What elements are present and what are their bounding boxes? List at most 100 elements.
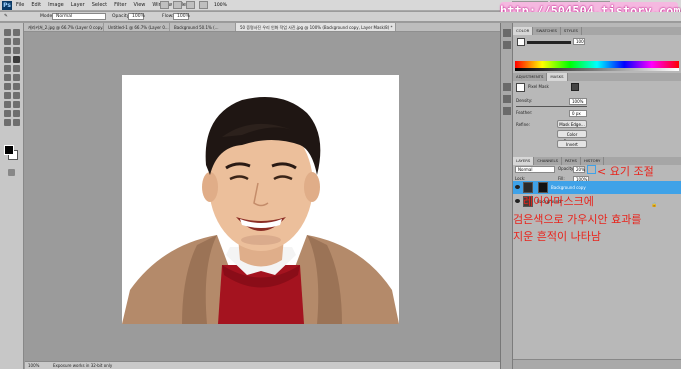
app-bar-icons bbox=[160, 1, 208, 9]
tab-document-1[interactable]: 캐리커쳐_2.jpg @ 66.7% (Layer 0 copy... bbox=[24, 23, 104, 31]
hand-tool-icon[interactable] bbox=[186, 1, 195, 9]
annotation-mask-note: 레이어마스크에 bbox=[523, 195, 594, 208]
tab-document-3[interactable]: Background 50.1% (... bbox=[170, 23, 236, 31]
color-foreground-swatch[interactable] bbox=[517, 38, 525, 46]
layers-footer-bar bbox=[513, 359, 681, 369]
menu-select[interactable]: Select bbox=[92, 1, 107, 10]
status-info: Exposure works in 32-bit only bbox=[53, 363, 113, 368]
tab-styles[interactable]: STYLES bbox=[561, 27, 582, 35]
mask-title: Pixel Mask bbox=[528, 84, 549, 89]
density-field[interactable]: 100% bbox=[569, 98, 587, 105]
menu-bar: Ps File Edit Image Layer Select Filter V… bbox=[0, 0, 681, 20]
eraser-tool-icon[interactable] bbox=[4, 74, 11, 81]
vector-mask-icon[interactable] bbox=[571, 83, 579, 91]
brush-tool-icon[interactable]: ✎ bbox=[4, 12, 8, 21]
menu-view[interactable]: View bbox=[134, 1, 146, 10]
clone-stamp-icon[interactable] bbox=[4, 65, 11, 72]
portrait-image bbox=[122, 75, 399, 324]
eyedropper-tool-icon[interactable] bbox=[13, 47, 20, 54]
history-panel-icon[interactable] bbox=[503, 29, 511, 37]
history-brush-icon[interactable] bbox=[13, 65, 20, 72]
menu-file[interactable]: File bbox=[16, 1, 24, 10]
marquee-tool-icon[interactable] bbox=[13, 29, 20, 36]
tab-channels[interactable]: CHANNELS bbox=[534, 157, 562, 165]
annotation-opacity-note: < 요기 조절 bbox=[597, 165, 654, 178]
color-range-button[interactable]: Color Range... bbox=[557, 130, 587, 144]
density-slider[interactable] bbox=[516, 106, 587, 107]
visibility-eye-icon[interactable] bbox=[515, 185, 520, 189]
menu-edit[interactable]: Edit bbox=[31, 1, 41, 10]
pen-tool-icon[interactable] bbox=[4, 92, 11, 99]
layer-row-background-copy[interactable]: Background copy bbox=[513, 181, 681, 194]
tab-history[interactable]: HISTORY bbox=[581, 157, 605, 165]
quick-select-tool-icon[interactable] bbox=[13, 38, 20, 45]
character-panel-icon[interactable] bbox=[503, 107, 511, 115]
quick-mask-icon[interactable] bbox=[8, 169, 15, 176]
zoom-level[interactable]: 100% bbox=[214, 1, 227, 10]
tab-swatches[interactable]: SWATCHES bbox=[533, 27, 561, 35]
color-slider-track[interactable] bbox=[527, 41, 571, 44]
tab-masks[interactable]: MASKS bbox=[547, 73, 568, 81]
tab-adjustments[interactable]: ADJUSTMENTS bbox=[513, 73, 548, 81]
menu-filter[interactable]: Filter bbox=[114, 1, 126, 10]
healing-brush-icon[interactable] bbox=[4, 56, 11, 63]
flow-label: Flow: bbox=[162, 14, 174, 19]
brush-panel-icon[interactable] bbox=[503, 83, 511, 91]
masks-panel-tabs: ADJUSTMENTS MASKS bbox=[513, 73, 681, 81]
tab-document-2[interactable]: Untitled-1 @ 66.7% (Layer 0... bbox=[104, 23, 170, 31]
lasso-tool-icon[interactable] bbox=[4, 38, 11, 45]
layer-opacity-label: Opacity: bbox=[558, 166, 575, 171]
feather-field[interactable]: 0 px bbox=[569, 110, 587, 117]
portrait-photo bbox=[122, 75, 399, 324]
zoom-tool-icon[interactable] bbox=[199, 1, 208, 9]
lock-icon: 🔒 bbox=[651, 202, 658, 208]
document-tabs: 캐리커쳐_2.jpg @ 66.7% (Layer 0 copy... Unti… bbox=[24, 23, 500, 32]
type-tool-icon[interactable] bbox=[13, 92, 20, 99]
crop-tool-icon[interactable] bbox=[4, 47, 11, 54]
mini-bridge-icon[interactable] bbox=[173, 1, 182, 9]
flow-field[interactable]: 100% bbox=[173, 13, 190, 20]
path-select-icon[interactable] bbox=[4, 101, 11, 108]
zoom-tool-icon[interactable] bbox=[13, 119, 20, 126]
bridge-icon[interactable] bbox=[160, 1, 169, 9]
annotation-line-3: 지운 흔적이 나타남 bbox=[513, 230, 601, 243]
menu-image[interactable]: Image bbox=[48, 1, 64, 10]
panel-icon-strip bbox=[501, 23, 513, 369]
layer-mask-thumbnail[interactable] bbox=[538, 182, 548, 193]
annotation-line-2: 검은색으로 가우시안 효과를 bbox=[513, 213, 642, 226]
tab-active-document[interactable]: 50 증명사진 우리 인화 작업 사진.jpg @ 100% (Backgrou… bbox=[236, 23, 396, 31]
invert-button[interactable]: Invert bbox=[557, 140, 587, 148]
tab-paths[interactable]: PATHS bbox=[562, 157, 581, 165]
tab-color[interactable]: COLOR bbox=[513, 27, 534, 35]
shape-tool-icon[interactable] bbox=[13, 101, 20, 108]
dodge-tool-icon[interactable] bbox=[13, 83, 20, 90]
3d-rotate-icon[interactable] bbox=[4, 110, 11, 117]
opacity-field[interactable]: 100% bbox=[128, 13, 145, 20]
color-value-field[interactable]: 100 bbox=[573, 38, 585, 45]
hand-tool-icon[interactable] bbox=[4, 119, 11, 126]
tab-layers[interactable]: LAYERS bbox=[513, 157, 535, 165]
opacity-highlight-box bbox=[587, 165, 596, 174]
blend-mode-select[interactable]: Normal bbox=[515, 166, 555, 173]
mask-edge-button[interactable]: Mask Edge... bbox=[557, 120, 587, 128]
options-bar: ✎ Mode: Normal Opacity: 100% Flow: 100% bbox=[0, 12, 681, 22]
clone-source-icon[interactable] bbox=[503, 95, 511, 103]
refine-label: Refine: bbox=[516, 122, 530, 127]
visibility-eye-icon[interactable] bbox=[515, 199, 520, 203]
3d-camera-icon[interactable] bbox=[13, 110, 20, 117]
blur-tool-icon[interactable] bbox=[4, 83, 11, 90]
brush-tool-icon[interactable] bbox=[13, 56, 20, 63]
foreground-color-swatch[interactable] bbox=[4, 145, 14, 155]
color-ramp[interactable] bbox=[515, 61, 679, 68]
menu-layer[interactable]: Layer bbox=[71, 1, 85, 10]
actions-panel-icon[interactable] bbox=[503, 41, 511, 49]
feather-label: Feather: bbox=[516, 110, 533, 115]
layer-opacity-field[interactable]: 20% bbox=[573, 166, 585, 173]
grayscale-ramp[interactable] bbox=[515, 68, 679, 71]
status-zoom[interactable]: 100% bbox=[28, 362, 39, 369]
layer-name: Background copy bbox=[551, 185, 586, 190]
gradient-tool-icon[interactable] bbox=[13, 74, 20, 81]
density-label: Density: bbox=[516, 98, 533, 103]
mode-select[interactable]: Normal bbox=[52, 13, 106, 20]
move-tool-icon[interactable] bbox=[4, 29, 11, 36]
